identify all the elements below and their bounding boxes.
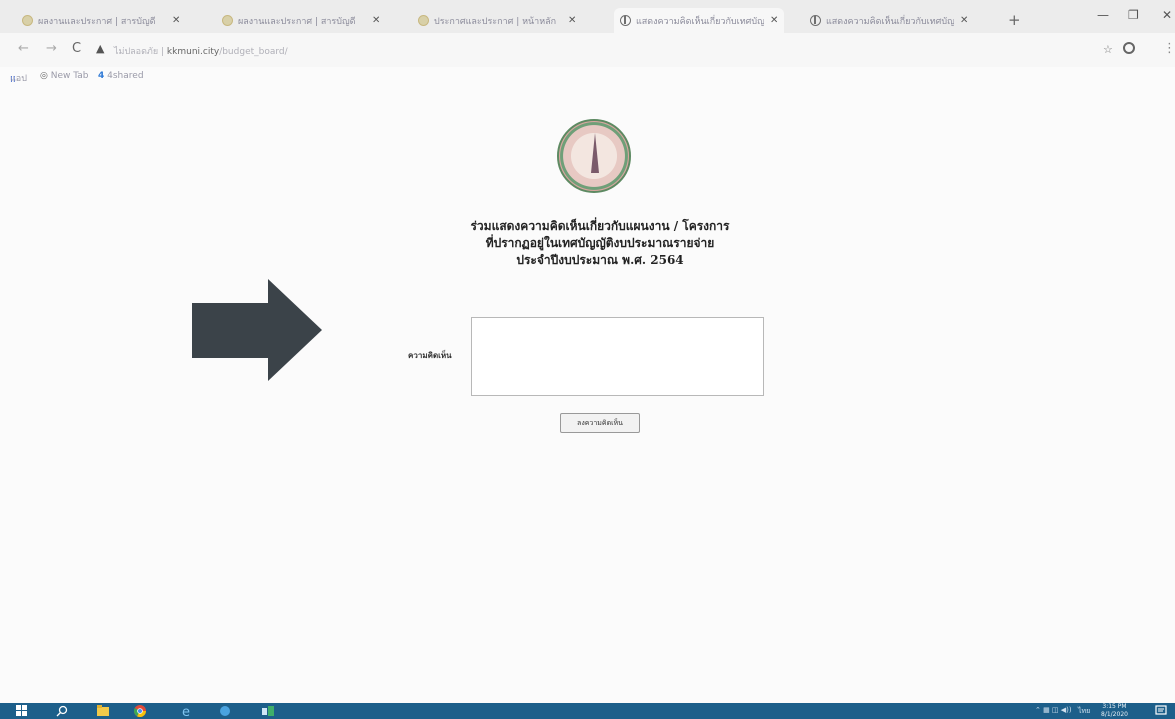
bookmark-new-tab[interactable]: ◎ New Tab <box>40 71 88 81</box>
bookmark-apps[interactable]: ⁞⁞ แอป <box>10 71 27 85</box>
site-favicon-icon <box>22 15 33 26</box>
bookmark-star-icon[interactable]: ☆ <box>1103 43 1113 56</box>
submit-comment-button[interactable]: ลงความคิดเห็น <box>560 413 640 433</box>
minimize-icon[interactable]: — <box>1097 8 1109 22</box>
clock-date: 8/1/2020 <box>1101 711 1128 718</box>
back-icon[interactable]: ← <box>18 41 29 56</box>
windows-start-icon[interactable] <box>16 705 28 717</box>
browser-tab[interactable]: ประกาศและประกาศ | หน้าหลัก ✕ <box>418 8 576 33</box>
bookmark-label: 4shared <box>107 71 144 81</box>
input-language[interactable]: ไทย <box>1078 706 1090 717</box>
windows-taskbar: e ⌃ ▦ ◫ ◀)) ไทย 3:15 PM 8/1/2020 <box>0 703 1175 719</box>
heading-line: ร่วมแสดงความคิดเห็นเกี่ยวกับแผนงาน / โคร… <box>470 219 730 233</box>
close-window-icon[interactable]: ✕ <box>1162 8 1172 22</box>
comment-textarea[interactable] <box>471 317 764 396</box>
close-tab-icon[interactable]: ✕ <box>172 15 180 26</box>
chrome-icon[interactable] <box>134 705 146 717</box>
comment-label: ความคิดเห็น <box>408 351 452 360</box>
notification-icon[interactable] <box>1155 705 1167 717</box>
tab-title: แสดงความคิดเห็นเกี่ยวกับเทศบัญญัติ <box>826 16 954 27</box>
tab-title: ประกาศและประกาศ | หน้าหลัก <box>434 16 557 27</box>
tray-icons[interactable]: ⌃ ▦ ◫ ◀)) <box>1035 706 1072 714</box>
browser-tab[interactable]: ผลงานและประกาศ | สารบัญดี ✕ <box>222 8 380 33</box>
new-tab-icon[interactable]: + <box>1008 11 1021 29</box>
heading-line: ที่ปรากฏอยู่ในเทศบัญญัติงบประมาณรายจ่าย <box>485 236 715 250</box>
close-tab-icon[interactable]: ✕ <box>568 15 576 26</box>
address-bar: ← → C ▲ ไม่ปลอดภัย | kkmuni.city/budget_… <box>0 33 1175 67</box>
site-favicon-icon <box>418 15 429 26</box>
tab-title: ผลงานและประกาศ | สารบัญดี <box>38 16 156 27</box>
tab-strip: ผลงานและประกาศ | สารบัญดี ✕ ผลงานและประก… <box>0 0 1175 33</box>
search-icon[interactable] <box>56 705 68 717</box>
bookmark-4shared[interactable]: 4 4shared <box>98 71 144 81</box>
file-explorer-icon[interactable] <box>97 705 109 717</box>
globe-icon: ◎ <box>40 71 48 81</box>
browser-tab[interactable]: ผลงานและประกาศ | สารบัญดี ✕ <box>22 8 180 33</box>
browser-tab[interactable]: แสดงความคิดเห็นเกี่ยวกับเทศบัญญัติ ✕ <box>810 8 968 33</box>
store-icon[interactable] <box>219 705 231 717</box>
bookmarks-bar: ⁞⁞ แอป ◎ New Tab 4 4shared <box>0 67 1175 87</box>
restore-icon[interactable]: ❐ <box>1128 8 1139 22</box>
close-tab-icon[interactable]: ✕ <box>960 15 968 26</box>
site-favicon-icon <box>222 15 233 26</box>
4shared-icon: 4 <box>98 71 105 81</box>
security-label: ไม่ปลอดภัย <box>114 47 159 57</box>
municipality-seal-logo <box>557 119 631 193</box>
heading-line: ประจำปีงบประมาณ พ.ศ. 2564 <box>516 253 684 267</box>
account-icon[interactable] <box>1123 42 1135 54</box>
tab-title: ผลงานและประกาศ | สารบัญดี <box>238 16 356 27</box>
url-field[interactable]: ไม่ปลอดภัย | kkmuni.city/budget_board/ <box>114 44 288 58</box>
url-host: kkmuni.city <box>166 47 220 57</box>
browser-tab-active[interactable]: แสดงความคิดเห็นเกี่ยวกับเทศบัญญัติ ✕ <box>614 8 785 33</box>
edge-icon[interactable]: e <box>181 705 193 717</box>
app-icon[interactable] <box>262 705 274 717</box>
close-tab-icon[interactable]: ✕ <box>770 15 778 26</box>
globe-icon <box>620 15 631 26</box>
globe-icon <box>810 15 821 26</box>
forward-icon[interactable]: → <box>46 41 57 56</box>
pagoda-emblem <box>591 133 599 173</box>
menu-icon[interactable]: ⋮ <box>1163 41 1175 56</box>
url-path: /budget_board/ <box>219 47 288 57</box>
right-arrow-icon <box>192 279 322 381</box>
apps-grid-icon: ⁞⁞ <box>10 75 16 85</box>
page-heading: ร่วมแสดงความคิดเห็นเกี่ยวกับแผนงาน / โคร… <box>400 218 800 269</box>
reload-icon[interactable]: C <box>72 41 81 56</box>
clock[interactable]: 3:15 PM 8/1/2020 <box>1101 703 1128 719</box>
bookmark-label: New Tab <box>50 71 89 81</box>
close-tab-icon[interactable]: ✕ <box>372 15 380 26</box>
tab-title: แสดงความคิดเห็นเกี่ยวกับเทศบัญญัติ <box>636 16 764 27</box>
warning-icon[interactable]: ▲ <box>96 42 104 55</box>
clock-time: 3:15 PM <box>1102 703 1127 710</box>
svg-text:e: e <box>182 705 190 717</box>
